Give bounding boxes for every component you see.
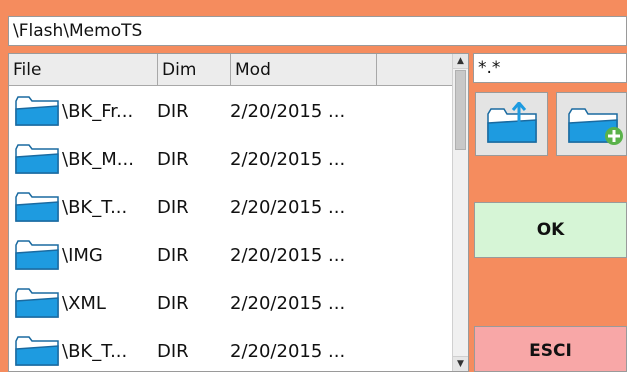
file-rows: \BK_Fr... DIR 2/20/2015 ... \BK_M... DIR… [9, 87, 454, 371]
file-list[interactable]: File Dim Mod \BK_Fr... DIR 2/20/2015 ...… [8, 53, 469, 372]
row-dim: DIR [157, 244, 189, 266]
filter-field[interactable]: *.* [473, 53, 627, 83]
row-name: \XML [62, 292, 106, 314]
list-item[interactable]: \BK_T... DIR 2/20/2015 ... [9, 327, 454, 371]
folder-icon [15, 336, 59, 366]
esci-button[interactable]: ESCI [474, 326, 627, 372]
row-dim: DIR [157, 340, 189, 362]
row-dim: DIR [157, 100, 189, 122]
row-name: \BK_T... [62, 196, 128, 218]
scroll-up-icon[interactable]: ▲ [453, 54, 468, 69]
vertical-scrollbar[interactable]: ▲ ▼ [452, 54, 468, 371]
path-field[interactable]: \Flash\MemoTS [8, 16, 627, 46]
row-mod: 2/20/2015 ... [230, 340, 346, 362]
new-folder-button[interactable] [556, 92, 627, 156]
row-dim: DIR [157, 148, 189, 170]
row-name: \BK_Fr... [62, 100, 134, 122]
folder-icon [15, 240, 59, 270]
folder-icon [15, 96, 59, 126]
list-header: File Dim Mod [9, 54, 454, 86]
list-item[interactable]: \XML DIR 2/20/2015 ... [9, 279, 454, 327]
row-name: \BK_T... [62, 340, 128, 362]
folder-icon [15, 192, 59, 222]
folder-up-button[interactable] [475, 92, 548, 156]
row-dim: DIR [157, 292, 189, 314]
folder-icon [15, 288, 59, 318]
column-header-filler [377, 54, 454, 86]
ok-button[interactable]: OK [474, 202, 627, 258]
list-item[interactable]: \BK_M... DIR 2/20/2015 ... [9, 135, 454, 183]
row-mod: 2/20/2015 ... [230, 100, 346, 122]
row-name: \IMG [62, 244, 103, 266]
row-mod: 2/20/2015 ... [230, 148, 346, 170]
list-item[interactable]: \BK_Fr... DIR 2/20/2015 ... [9, 87, 454, 135]
row-name: \BK_M... [62, 148, 134, 170]
list-item[interactable]: \BK_T... DIR 2/20/2015 ... [9, 183, 454, 231]
row-mod: 2/20/2015 ... [230, 244, 346, 266]
row-mod: 2/20/2015 ... [230, 196, 346, 218]
scroll-thumb[interactable] [455, 70, 466, 150]
folder-up-icon [486, 102, 537, 143]
column-header-mod[interactable]: Mod [231, 54, 377, 86]
row-dim: DIR [157, 196, 189, 218]
folder-icon [15, 144, 59, 174]
column-header-file[interactable]: File [9, 54, 158, 86]
new-folder-icon [568, 108, 623, 145]
row-mod: 2/20/2015 ... [230, 292, 346, 314]
column-header-dim[interactable]: Dim [158, 54, 231, 86]
list-item[interactable]: \IMG DIR 2/20/2015 ... [9, 231, 454, 279]
scroll-down-icon[interactable]: ▼ [453, 356, 468, 371]
